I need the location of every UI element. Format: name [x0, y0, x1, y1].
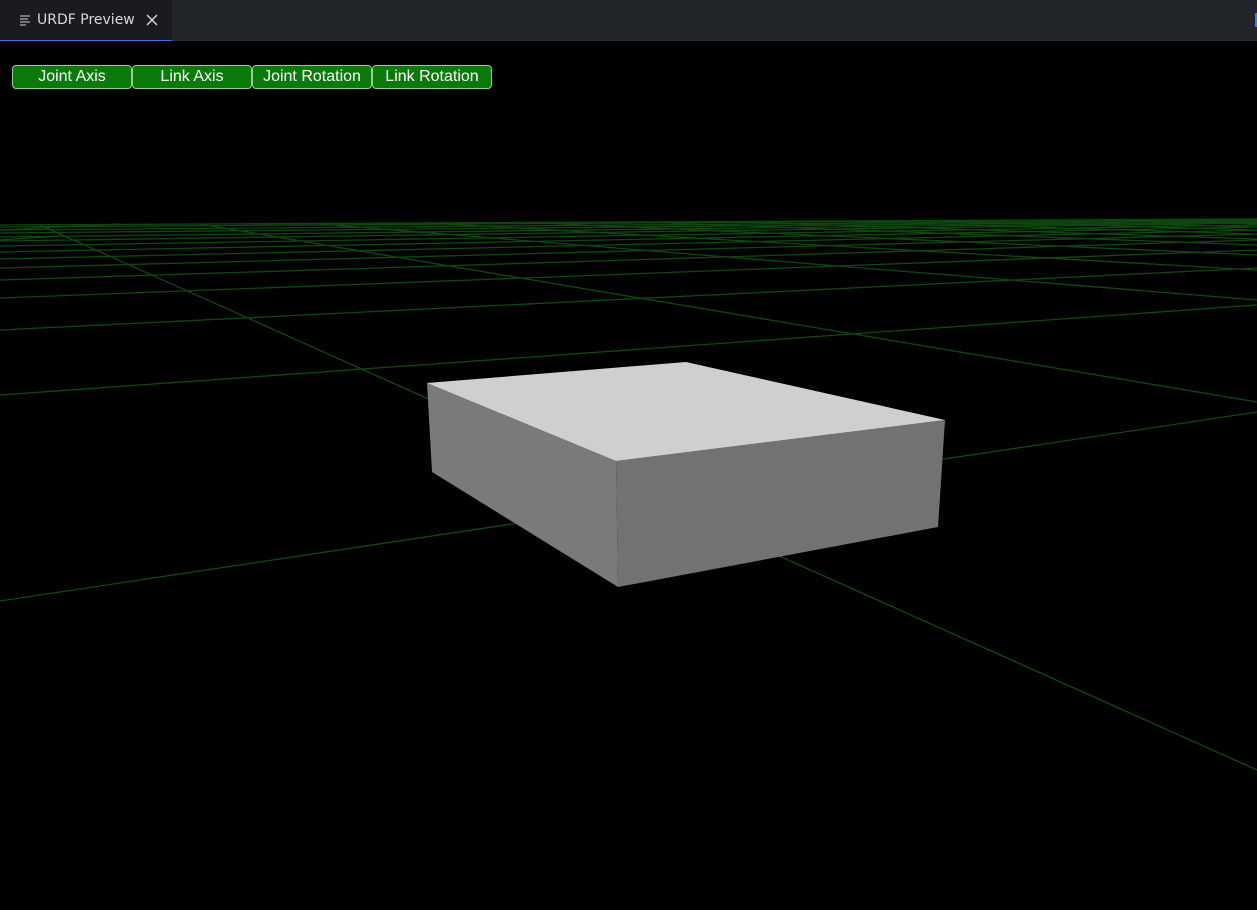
scene-canvas[interactable] [0, 41, 1257, 910]
preview-icon [19, 14, 31, 26]
close-icon[interactable] [145, 13, 159, 27]
link-box[interactable] [427, 362, 945, 587]
joint-rotation-button[interactable]: Joint Rotation [252, 65, 372, 89]
grid-line [0, 267, 1257, 331]
joint-axis-button[interactable]: Joint Axis [12, 65, 132, 89]
urdf-3d-viewport[interactable]: Joint Axis Link Axis Joint Rotation Link… [0, 41, 1257, 910]
view-toggle-toolbar: Joint Axis Link Axis Joint Rotation Link… [12, 65, 492, 89]
editor-tab-bar: URDF Preview [0, 0, 1257, 41]
link-rotation-button[interactable]: Link Rotation [372, 65, 492, 89]
tab-urdf-preview[interactable]: URDF Preview [0, 0, 172, 41]
link-axis-button[interactable]: Link Axis [132, 65, 252, 89]
tab-title: URDF Preview [37, 12, 135, 28]
